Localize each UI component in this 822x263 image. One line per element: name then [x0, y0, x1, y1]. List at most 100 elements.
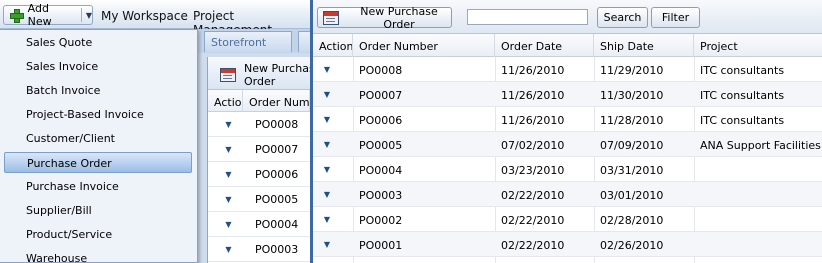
table-row[interactable]: ▼ PO0008 11/26/2010 11/29/2010 ITC consu…	[313, 57, 822, 82]
menu-item-purchase-invoice[interactable]: Purchase Invoice	[4, 176, 192, 197]
table-row[interactable]: ▼ PO0001 02/22/2010 02/26/2010	[313, 232, 822, 257]
menu-item-customer-client[interactable]: Customer/Client	[4, 128, 192, 149]
nav-my-workspace[interactable]: My Workspace	[101, 9, 188, 23]
table-row[interactable]: ▼ PO0002 02/22/2010 02/28/2010	[313, 207, 822, 232]
dropdown-arrow-icon[interactable]: ▼	[208, 220, 249, 229]
search-input[interactable]	[467, 9, 588, 25]
background-column-order-number[interactable]: Order Number	[243, 90, 310, 111]
background-toolbar: New Purchase Order	[208, 57, 310, 90]
ship-date: 11/29/2010	[600, 64, 664, 77]
add-new-label: Add New	[27, 2, 52, 28]
dropdown-arrow-icon[interactable]: ▼	[313, 82, 341, 107]
grid-body: ▼ PO0008 11/26/2010 11/29/2010 ITC consu…	[313, 57, 822, 263]
background-new-purchase-order-label: New Purchase Order	[244, 62, 310, 88]
dropdown-arrow-icon[interactable]: ▼	[313, 57, 341, 82]
order-number: PO0005	[359, 139, 403, 152]
menu-item-purchase-order[interactable]: Purchase Order	[4, 152, 192, 173]
ship-date: 03/01/2010	[600, 189, 664, 202]
order-date: 11/26/2010	[501, 114, 565, 127]
project	[694, 157, 822, 182]
order-number: PO0005	[255, 192, 299, 206]
column-project[interactable]: Project	[694, 34, 822, 57]
top-navigation-bar: Add New ▼ My Workspace Project Managemen…	[0, 0, 310, 37]
new-purchase-order-label: New Purchase Order	[360, 4, 438, 31]
dropdown-arrow-icon[interactable]: ▼	[313, 232, 341, 257]
background-grid-header: Action Order Number	[208, 90, 310, 112]
order-number: PO0002	[359, 214, 403, 227]
add-new-separator	[80, 8, 82, 22]
order-number: PO0007	[359, 89, 403, 102]
order-number: PO0007	[255, 142, 299, 156]
order-number: PO0001	[359, 239, 403, 252]
project	[694, 182, 822, 207]
order-date: 11/26/2010	[501, 89, 565, 102]
menu-item-sales-invoice[interactable]: Sales Invoice	[4, 56, 192, 77]
add-plus-icon	[10, 9, 24, 23]
table-row: ▼ PO0004	[208, 212, 310, 237]
menu-item-warehouse[interactable]: Warehouse	[4, 248, 192, 263]
table-row[interactable]: ▼ PO0004 03/23/2010 03/31/2010	[313, 157, 822, 182]
background-grid-body: ▼ PO0008 ▼ PO0007 ▼ PO0006 ▼ PO0005 ▼ PO0004 …	[208, 112, 310, 262]
dropdown-arrow-icon[interactable]: ▼	[208, 245, 249, 254]
order-number: PO0003	[255, 242, 299, 256]
purchase-order-icon	[323, 10, 339, 25]
dropdown-arrow-icon[interactable]: ▼	[313, 107, 341, 132]
table-row[interactable]: ▼ PO0005 07/02/2010 07/09/2010 ANA Suppo…	[313, 132, 822, 157]
order-number: PO0003	[359, 189, 403, 202]
project: ITC consultants	[700, 89, 785, 102]
table-row[interactable]: ▼ PO0007 11/26/2010 11/30/2010 ITC consu…	[313, 82, 822, 107]
order-number: PO0008	[255, 117, 299, 131]
ship-date: 03/31/2010	[600, 164, 664, 177]
dropdown-arrow-icon[interactable]: ▼	[313, 207, 341, 232]
column-order-date[interactable]: Order Date	[495, 34, 594, 57]
purchase-order-panel: New Purchase Order Search Filter Action …	[313, 0, 822, 263]
background-column-action[interactable]: Action	[208, 90, 243, 111]
add-new-button[interactable]: Add New ▼	[3, 2, 93, 28]
background-new-purchase-order-button[interactable]: New Purchase Order	[215, 62, 310, 88]
chevron-down-icon: ▼	[85, 10, 92, 20]
background-purchase-order-panel: New Purchase Order Action Order Number ▼…	[207, 57, 310, 263]
column-action[interactable]: Action	[313, 34, 353, 57]
grid-header: Action Order Number Order Date Ship Date…	[313, 34, 822, 57]
dropdown-arrow-icon[interactable]: ▼	[208, 145, 249, 154]
menu-item-supplier-bill[interactable]: Supplier/Bill	[4, 200, 192, 221]
main-toolbar: New Purchase Order Search Filter	[313, 0, 822, 34]
tab-strip: Storefront	[196, 29, 310, 53]
table-row: ▼ PO0008	[208, 112, 310, 137]
dropdown-arrow-icon[interactable]: ▼	[208, 195, 249, 204]
table-row[interactable]: ▼ PO0006 11/26/2010 11/28/2010 ITC consu…	[313, 107, 822, 132]
left-app-area: Add New ▼ My Workspace Project Managemen…	[0, 0, 313, 263]
ship-date: 11/28/2010	[600, 114, 664, 127]
dropdown-arrow-icon[interactable]: ▼	[313, 132, 341, 157]
order-number: PO0008	[359, 64, 403, 77]
dropdown-arrow-icon[interactable]: ▼	[313, 157, 341, 182]
order-date: 07/02/2010	[501, 139, 565, 152]
add-new-dropdown-menu: Sales Quote Sales Invoice Batch Invoice …	[0, 29, 198, 263]
menu-item-sales-quote[interactable]: Sales Quote	[4, 32, 192, 53]
order-number: PO0006	[255, 167, 299, 181]
column-order-number[interactable]: Order Number	[353, 34, 495, 57]
tab-partial[interactable]	[298, 31, 310, 52]
project: ANA Support Facilities in K	[700, 139, 822, 152]
tab-storefront[interactable]: Storefront	[204, 31, 292, 52]
table-row[interactable]: ▼ PO0003 02/22/2010 03/01/2010	[313, 182, 822, 207]
order-date: 03/23/2010	[501, 164, 565, 177]
search-button[interactable]: Search	[597, 7, 648, 28]
new-purchase-order-button[interactable]: New Purchase Order	[317, 4, 452, 31]
menu-item-batch-invoice[interactable]: Batch Invoice	[4, 80, 192, 101]
project: ITC consultants	[700, 64, 785, 77]
project: ITC consultants	[700, 114, 785, 127]
order-number: PO0004	[255, 217, 299, 231]
project	[694, 232, 822, 257]
dropdown-arrow-icon[interactable]: ▼	[208, 170, 249, 179]
dropdown-arrow-icon[interactable]: ▼	[313, 182, 341, 207]
menu-item-product-service[interactable]: Product/Service	[4, 224, 192, 245]
order-date: 11/26/2010	[501, 64, 565, 77]
ship-date: 02/26/2010	[600, 239, 664, 252]
order-number: PO0006	[359, 114, 403, 127]
dropdown-arrow-icon[interactable]: ▼	[208, 120, 249, 129]
menu-item-project-based-invoice[interactable]: Project-Based Invoice	[4, 104, 192, 125]
column-ship-date[interactable]: Ship Date	[594, 34, 694, 57]
filter-button[interactable]: Filter	[651, 7, 700, 28]
order-date: 02/22/2010	[501, 239, 565, 252]
